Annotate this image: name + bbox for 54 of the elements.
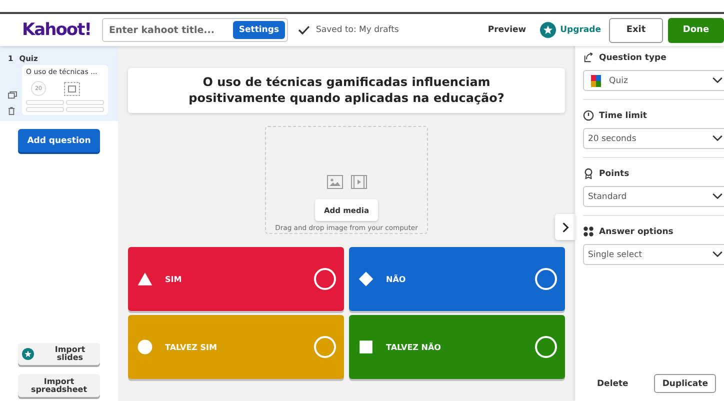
check-icon [298,25,310,35]
trash-icon[interactable] [8,107,15,115]
saved-status: Saved to: My drafts [316,25,399,35]
image-icon [326,175,342,190]
correct-answer-toggle[interactable] [535,268,557,290]
delete-button[interactable]: Delete [583,378,642,388]
chevron-down-icon [712,77,723,84]
correct-answer-toggle[interactable] [314,268,336,290]
answer-option[interactable]: SIM [128,247,344,312]
answer-text: NÃO [386,274,407,284]
collapse-panel-button[interactable] [555,214,575,240]
circle-icon [137,339,153,356]
settings-button[interactable]: Settings [232,21,285,39]
kahoot-logo: Kahoot! [22,20,92,40]
chevron-down-icon [712,251,723,258]
correct-answer-toggle[interactable] [535,336,557,358]
question-type-icon [583,52,594,63]
setting-label: Points [599,168,630,178]
answer-text: SIM [165,274,183,284]
duplicate-icon[interactable] [8,91,17,99]
setting-dropdown[interactable]: 20 seconds [583,128,724,149]
chevron-down-icon [712,135,723,142]
done-button[interactable]: Done [668,18,724,42]
answer-text: TALVEZ NÃO [386,342,442,352]
setting-label: Answer options [599,226,674,236]
grid-dots-icon [583,226,594,237]
video-icon [350,175,366,190]
diamond-icon [358,271,374,288]
star-icon [22,348,34,360]
chevron-right-icon [562,222,568,232]
preview-button[interactable]: Preview [488,25,526,35]
image-placeholder-icon [64,82,80,96]
setting-dropdown[interactable]: Quiz [583,70,724,91]
duplicate-button[interactable]: Duplicate [654,374,716,393]
quiz-icon [591,74,601,86]
correct-answer-toggle[interactable] [314,336,336,358]
square-icon [358,339,374,356]
question-text[interactable]: O uso de técnicas gamificadas influenciam positivamente quando aplicadas na educação? [128,68,565,114]
import-slides-button[interactable]: Import slides [18,343,100,365]
setting-label: Time limit [599,110,647,120]
import-spreadsheet-button[interactable]: Import spreadsheet [18,374,100,397]
exit-button[interactable]: Exit [609,18,663,42]
upgrade-button[interactable]: Upgrade [560,25,601,35]
setting-dropdown[interactable]: Single select [583,244,724,265]
answer-option[interactable]: TALVEZ NÃO [349,315,565,380]
clock-icon [583,110,594,121]
add-question-button[interactable]: Add question [18,129,100,152]
answer-text: TALVEZ SIM [165,342,218,352]
triangle-icon [137,271,153,288]
setting-label: Question type [599,52,666,62]
medal-icon [583,168,594,179]
setting-dropdown[interactable]: Standard [583,186,724,207]
chevron-down-icon [712,193,723,200]
answer-option[interactable]: NÃO [349,247,565,312]
